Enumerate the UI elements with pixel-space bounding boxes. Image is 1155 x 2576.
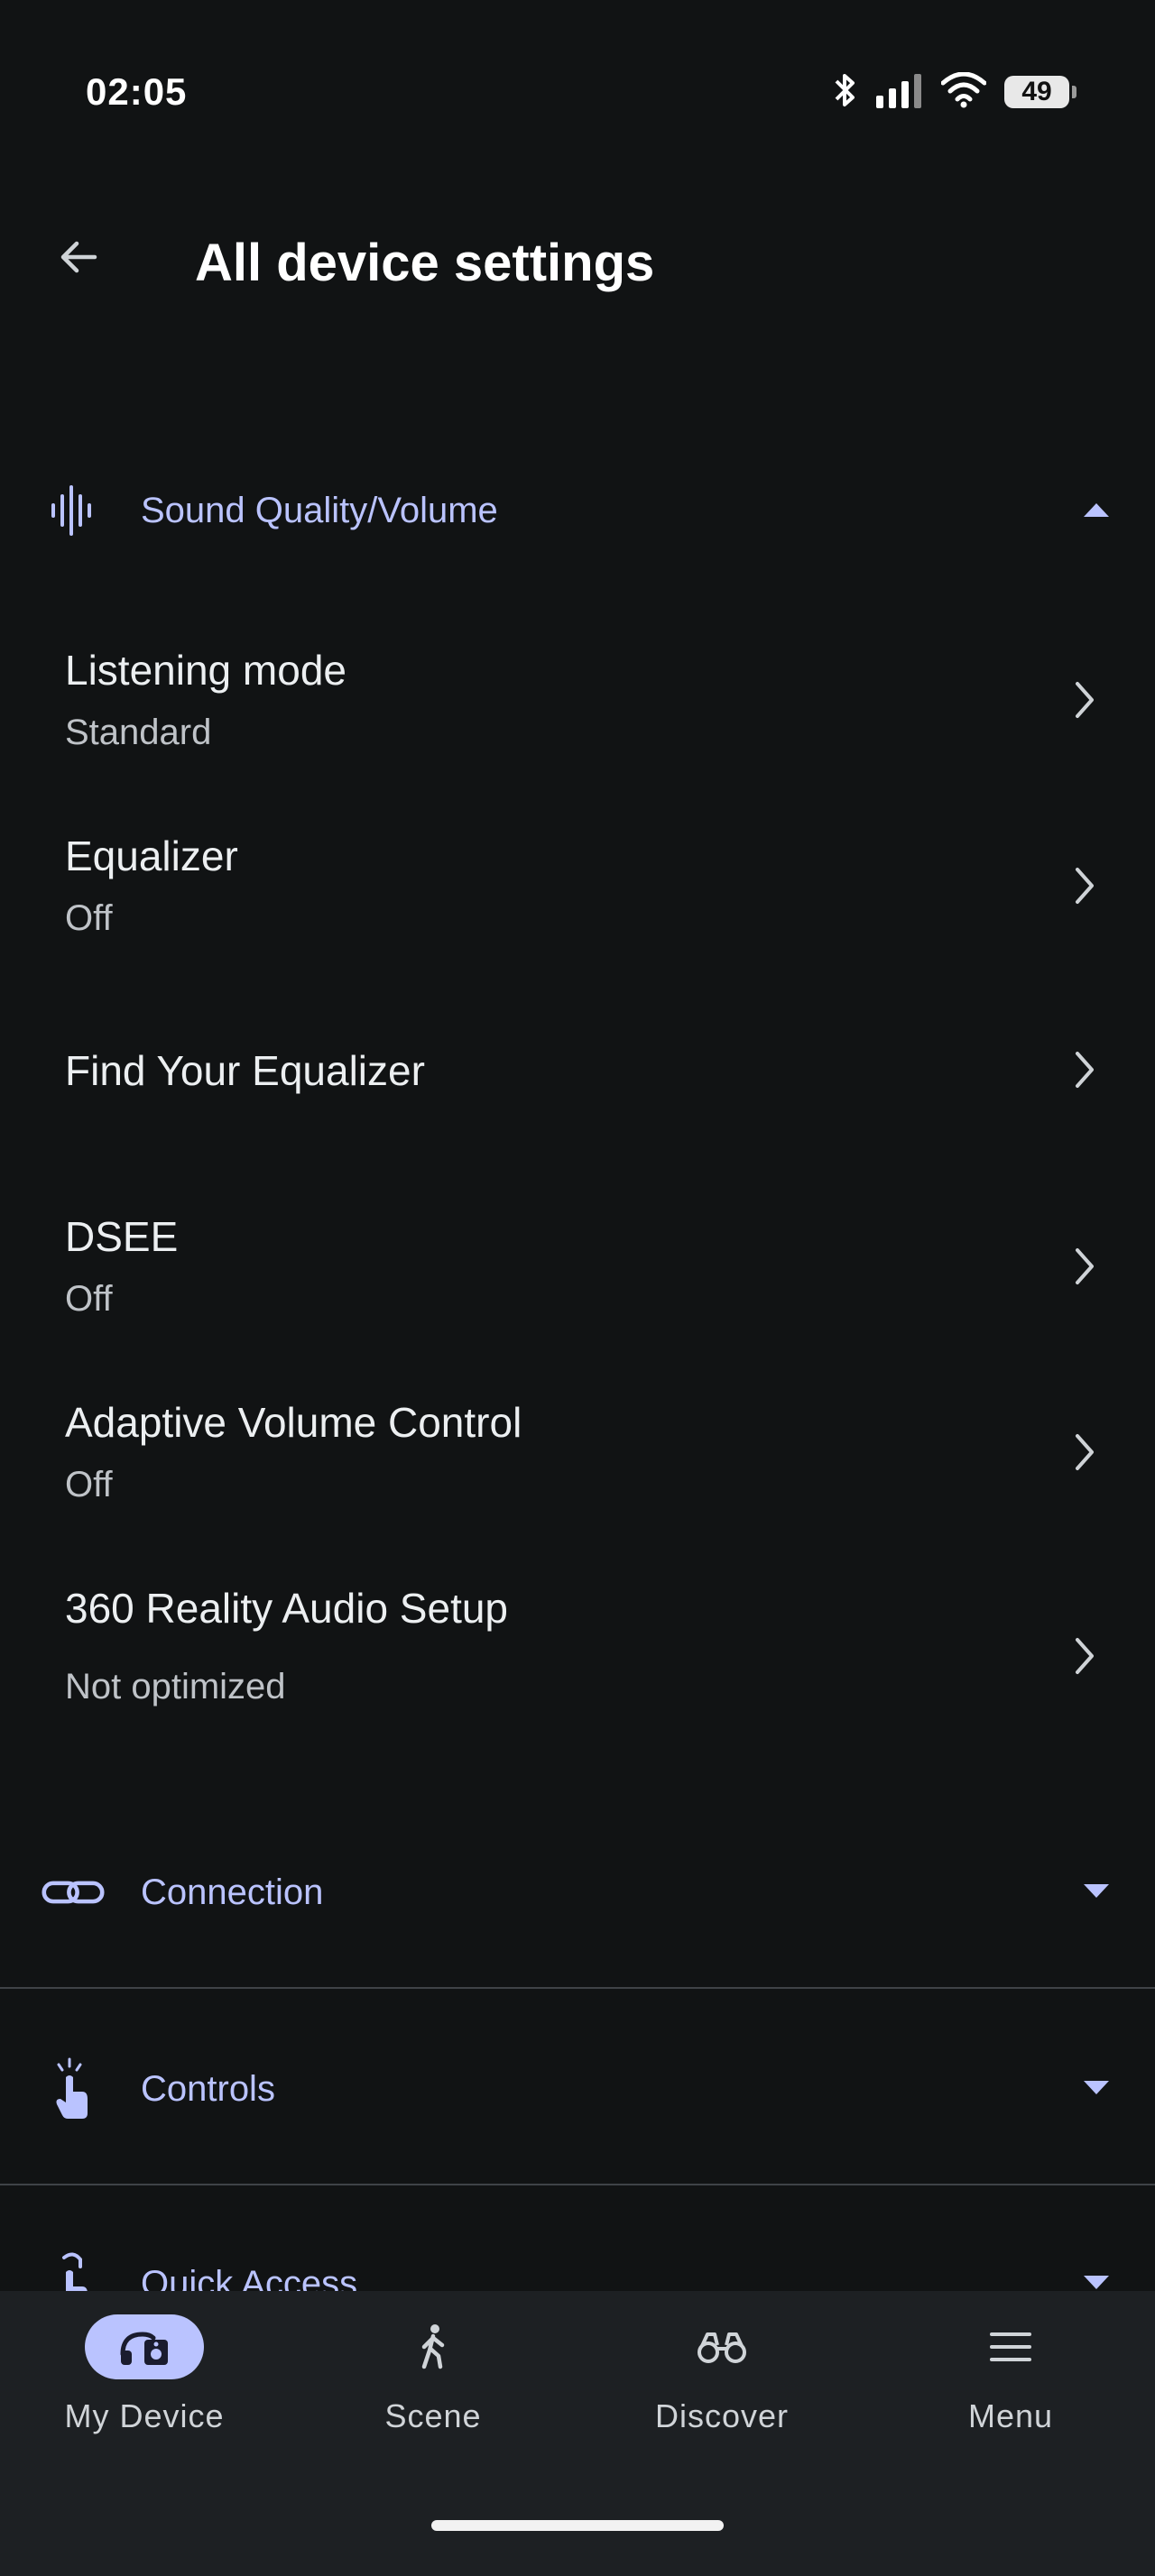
section-controls[interactable]: Controls [0,2038,1155,2138]
status-bar: 02:05 49 [0,0,1155,180]
setting-title: Equalizer [65,833,238,879]
nav-label: My Device [64,2397,225,2434]
binoculars-icon [698,2332,746,2363]
status-icons: 49 [831,70,1076,115]
section-label: Controls [141,2069,275,2109]
chevron-right-icon [1068,1431,1101,1474]
bluetooth-icon [831,70,858,115]
link-icon [42,1867,105,1918]
back-button[interactable] [47,225,110,289]
nav-icon-pill [85,2314,204,2379]
headphones-icon [120,2332,168,2365]
setting-dsee[interactable]: DSEE Off [0,1198,1155,1342]
caret-up-icon[interactable] [1074,487,1119,532]
signal-icon [876,72,923,113]
nav-icon-wrap [374,2314,493,2379]
nav-icon-wrap [662,2314,781,2379]
touch-tap-icon [42,2057,105,2119]
setting-listening-mode[interactable]: Listening mode Standard [0,631,1155,776]
wifi-icon [940,71,987,113]
chevron-right-icon [1068,678,1101,722]
nav-label: Menu [967,2397,1054,2434]
back-arrow-icon [60,241,97,273]
battery-indicator: 49 [1004,76,1076,108]
setting-title: Listening mode [65,647,346,694]
divider [0,2184,1155,2185]
setting-title: Find Your Equalizer [65,1047,425,1094]
nav-item-discover[interactable]: Discover [578,2291,866,2453]
setting-value: Off [65,898,113,938]
setting-360-reality-audio[interactable]: 360 Reality Audio Setup Not optimized [0,1569,1155,1741]
page-title: All device settings [195,234,655,292]
chevron-right-icon [1068,1634,1101,1678]
chevron-right-icon [1068,864,1101,907]
caret-down-icon[interactable] [1074,2065,1119,2111]
sound-wave-icon [42,485,105,536]
section-label: Connection [141,1872,324,1912]
nav-label: Discover [654,2397,790,2434]
setting-equalizer[interactable]: Equalizer Off [0,817,1155,961]
setting-title: 360 Reality Audio Setup [65,1585,509,1632]
app-header: All device settings [0,207,1155,316]
home-indicator [431,2520,724,2531]
chevron-right-icon [1068,1245,1101,1288]
divider [0,1987,1155,1989]
bottom-nav: My Device Scene Discover Menu [0,2291,1155,2576]
section-connection[interactable]: Connection [0,1842,1155,1941]
caret-down-icon[interactable] [1074,1869,1119,1914]
walking-person-icon [421,2324,445,2369]
nav-item-my-device[interactable]: My Device [0,2291,289,2453]
section-label: Sound Quality/Volume [141,491,498,530]
hamburger-menu-icon [990,2332,1031,2361]
nav-icon-wrap [951,2314,1070,2379]
chevron-right-icon [1068,1048,1101,1091]
status-time: 02:05 [86,70,188,113]
setting-value: Off [65,1279,113,1319]
setting-value: Not optimized [65,1667,286,1707]
nav-item-scene[interactable]: Scene [289,2291,578,2453]
section-sound-quality[interactable]: Sound Quality/Volume [0,460,1155,559]
setting-value: Off [65,1465,113,1504]
setting-title: Adaptive Volume Control [65,1399,522,1446]
setting-value: Standard [65,713,212,752]
setting-title: DSEE [65,1213,179,1260]
nav-item-menu[interactable]: Menu [866,2291,1155,2453]
setting-adaptive-volume-control[interactable]: Adaptive Volume Control Off [0,1384,1155,1528]
nav-label: Scene [384,2397,482,2434]
